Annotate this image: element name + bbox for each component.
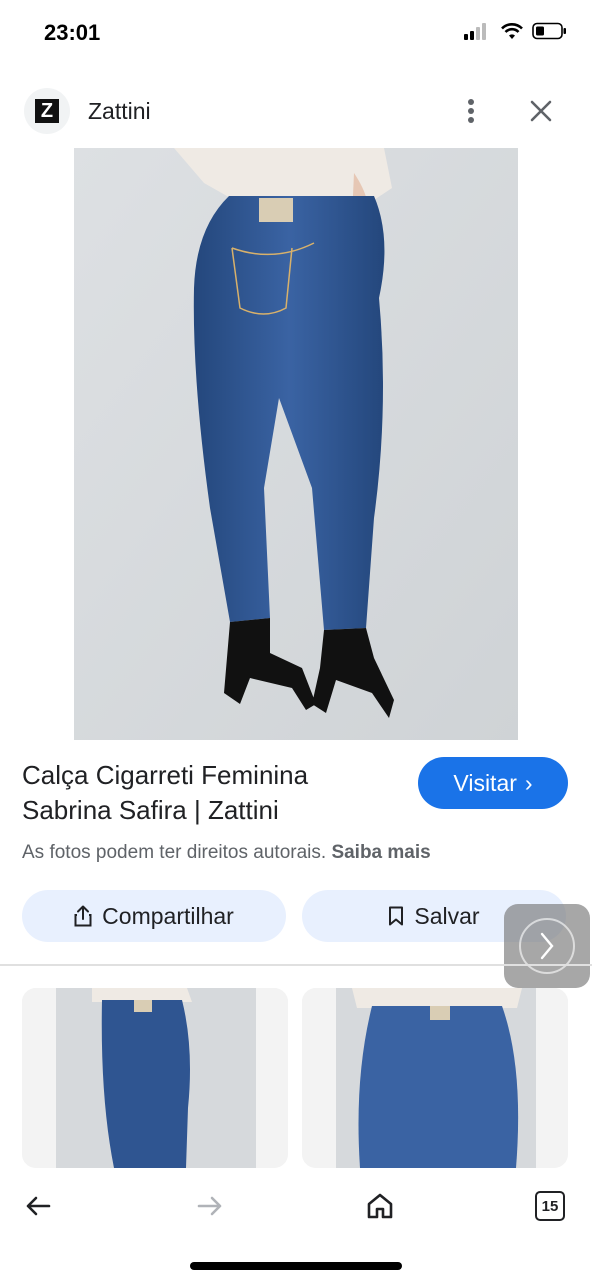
tabs-button[interactable]: 15 xyxy=(528,1184,572,1228)
zattini-logo[interactable]: Z xyxy=(24,88,70,134)
home-icon xyxy=(367,1193,393,1219)
forward-button[interactable] xyxy=(188,1184,232,1228)
product-image[interactable] xyxy=(74,148,518,740)
source-name[interactable]: Zattini xyxy=(88,98,151,125)
status-bar: 23:01 xyxy=(0,0,592,70)
back-arrow-icon xyxy=(26,1196,51,1216)
chevron-right-icon: › xyxy=(524,769,533,796)
more-options-button[interactable] xyxy=(456,94,486,128)
close-button[interactable] xyxy=(524,94,558,128)
tabs-icon: 15 xyxy=(535,1191,565,1221)
source-bar: Z Zattini xyxy=(0,80,592,142)
visit-button[interactable]: Visitar › xyxy=(418,757,568,809)
divider xyxy=(0,964,592,966)
related-image-1[interactable] xyxy=(22,988,288,1168)
back-button[interactable] xyxy=(16,1184,60,1228)
share-button[interactable]: Compartilhar xyxy=(22,890,286,942)
logo-letter: Z xyxy=(35,99,59,123)
wifi-icon xyxy=(501,23,523,39)
forward-arrow-icon xyxy=(197,1196,222,1216)
copyright-notice: As fotos podem ter direitos autorais. Sa… xyxy=(22,842,431,864)
copyright-text: As fotos podem ter direitos autorais. xyxy=(22,842,327,863)
share-icon xyxy=(74,905,92,927)
save-button-label: Salvar xyxy=(414,902,480,929)
learn-more-link[interactable]: Saiba mais xyxy=(331,842,430,863)
floating-next-button[interactable] xyxy=(504,904,590,988)
signal-icon xyxy=(464,23,486,40)
product-title-line-1: Calça Cigarreti Feminina xyxy=(22,760,309,790)
related-image-2[interactable] xyxy=(302,988,568,1168)
home-indicator xyxy=(190,1262,402,1270)
status-time: 23:01 xyxy=(44,20,101,45)
home-button[interactable] xyxy=(358,1184,402,1228)
more-vert-icon xyxy=(468,99,474,123)
product-title-line-2: Sabrina Safira | Zattini xyxy=(22,795,279,825)
bookmark-icon xyxy=(389,906,404,926)
close-icon xyxy=(530,100,552,122)
status-icons xyxy=(464,22,568,40)
chevron-right-icon xyxy=(540,932,554,960)
product-title[interactable]: Calça Cigarreti Feminina Sabrina Safira … xyxy=(22,758,402,828)
bottom-navigation: 15 xyxy=(0,1168,592,1280)
visit-button-label: Visitar xyxy=(453,769,517,796)
battery-icon xyxy=(532,22,566,40)
share-button-label: Compartilhar xyxy=(102,902,234,929)
